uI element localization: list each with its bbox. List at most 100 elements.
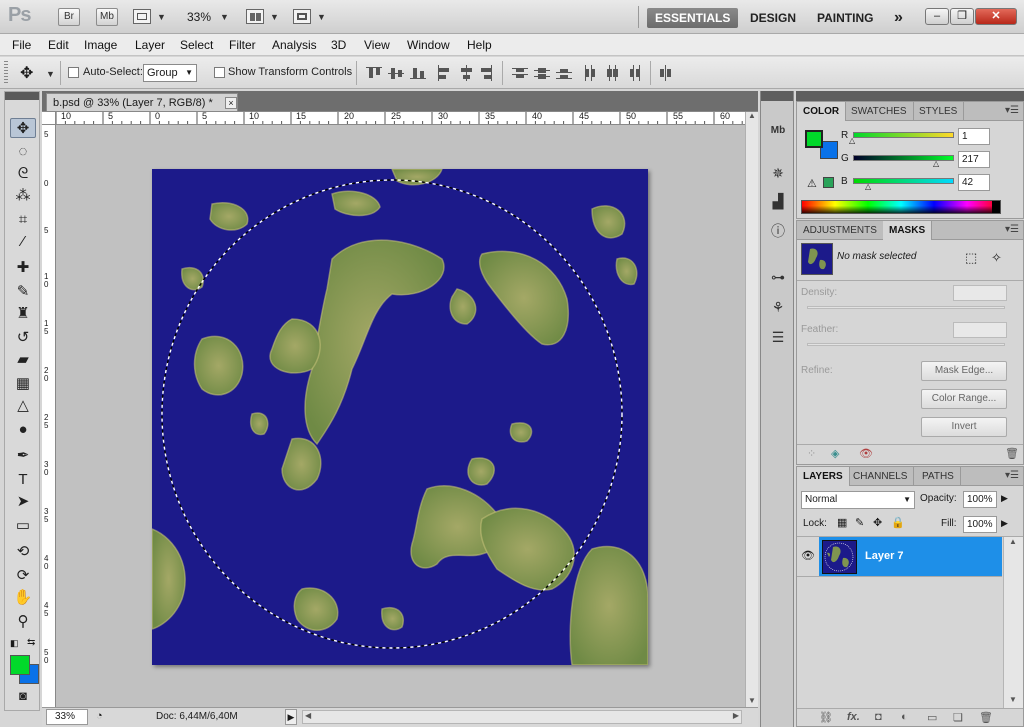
swap-colors-icon[interactable]: ⇆ [27,637,35,648]
hand-tool-icon[interactable]: ✋ [10,588,36,608]
tab-masks[interactable]: MASKS [883,221,933,240]
more-workspaces-icon[interactable]: » [886,8,911,28]
document-image[interactable] [152,169,648,665]
chevron-down-icon[interactable]: ▼ [317,12,326,22]
dock-grip[interactable] [761,91,793,101]
scroll-up-icon[interactable]: ▲ [748,111,756,120]
color-range-button[interactable]: Color Range... [921,389,1007,409]
status-menu-arrow-icon[interactable]: ▶ [285,709,297,725]
view-extras-button[interactable] [133,9,151,24]
tool-presets-panel-icon[interactable]: ⊶ [767,267,789,287]
foreground-color-chip[interactable] [805,130,823,148]
blur-tool-icon[interactable]: △ [10,396,36,416]
menu-3d[interactable]: 3D [331,38,346,52]
align-horizontal-centers-icon[interactable] [458,65,474,81]
tab-paths[interactable]: PATHS [916,467,961,486]
delete-layer-icon[interactable]: 🗑 [979,711,993,724]
new-group-icon[interactable]: ▭ [927,711,937,724]
3d-rotate-tool-icon[interactable]: ⟲ [10,542,36,562]
menu-filter[interactable]: Filter [229,38,256,52]
chevron-down-icon[interactable]: ▼ [220,12,229,22]
workspace-essentials[interactable]: ESSENTIALS [647,8,739,28]
blend-mode-select[interactable]: Normal ▼ [801,491,915,509]
tab-swatches[interactable]: SWATCHES [845,102,914,121]
new-layer-icon[interactable]: ❏ [953,711,963,724]
pixel-mask-icon[interactable]: ⬚ [965,250,977,266]
vertical-scrollbar[interactable]: ▲ ▼ [745,111,758,708]
distribute-left-edges-icon[interactable] [582,65,598,81]
mini-bridge-panel-icon[interactable]: Mb [767,121,789,141]
scroll-right-icon[interactable]: ▶ [733,711,739,720]
menu-help[interactable]: Help [467,38,492,52]
distribute-bottom-edges-icon[interactable] [556,65,572,81]
distribute-right-edges-icon[interactable] [626,65,642,81]
menu-view[interactable]: View [364,38,390,52]
load-selection-icon[interactable]: ⁘ [807,447,816,460]
eyedropper-tool-icon[interactable]: ⁄ [10,232,36,252]
align-right-edges-icon[interactable] [478,65,494,81]
crop-tool-icon[interactable]: ⌗ [10,210,36,230]
panel-menu-icon[interactable]: ▾☰ [1005,224,1019,235]
actions-panel-icon[interactable]: ☰ [767,327,789,347]
screen-mode-button[interactable] [293,9,311,24]
mini-bridge-button[interactable]: Mb [96,8,118,26]
clone-source-panel-icon[interactable]: ⚘ [767,297,789,317]
show-transform-controls-checkbox[interactable] [214,67,225,78]
tab-layers[interactable]: LAYERS [797,467,850,486]
3d-orbit-tool-icon[interactable]: ⟳ [10,566,36,586]
path-selection-tool-icon[interactable]: ➤ [10,492,36,512]
menu-file[interactable]: File [12,38,31,52]
auto-select-dropdown[interactable]: Group ▼ [143,64,197,82]
canvas-viewport[interactable]: 10 5 0 5 10 15 20 25 30 35 40 45 50 55 6… [42,111,758,708]
delete-mask-icon[interactable]: 🗑 [1005,447,1019,460]
slider-handle-icon[interactable]: △ [849,136,855,145]
options-grip[interactable] [4,61,8,85]
slider-handle-icon[interactable]: △ [865,182,871,191]
panel-menu-icon[interactable]: ▾☰ [1005,470,1019,481]
panel-menu-icon[interactable]: ▾☰ [1005,105,1019,116]
gradient-tool-icon[interactable]: ▦ [10,374,36,394]
visibility-eye-icon[interactable]: 👁 [801,549,815,562]
link-layers-icon[interactable]: ⛓ [819,711,833,724]
layers-scrollbar[interactable]: ▲ ▼ [1003,537,1023,709]
ruler-origin[interactable] [42,112,56,125]
gamut-color-chip[interactable] [823,177,834,188]
disable-mask-icon[interactable]: 👁 [859,447,873,460]
align-vertical-centers-icon[interactable] [388,65,404,81]
menu-image[interactable]: Image [84,38,117,52]
spot-healing-brush-tool-icon[interactable]: ✚ [10,258,36,278]
dodge-tool-icon[interactable]: ● [10,420,36,440]
scroll-down-icon[interactable]: ▼ [748,696,756,705]
maximize-button[interactable]: ❐ [950,8,974,25]
green-value-field[interactable]: 217 [958,151,990,168]
lock-all-icon[interactable]: 🔒 [891,516,905,529]
3d-panel-icon[interactable]: ✵ [767,163,789,183]
fill-field[interactable]: 100% [963,516,997,533]
lock-position-icon[interactable]: ✥ [873,516,882,529]
menu-select[interactable]: Select [180,38,213,52]
lasso-tool-icon[interactable]: ᘓ [10,164,36,184]
move-tool-icon[interactable]: ✥ [10,118,36,138]
document-tab[interactable]: b.psd @ 33% (Layer 7, RGB/8) * × [46,93,238,112]
tab-color[interactable]: COLOR [797,102,847,121]
quick-mask-icon[interactable]: ◙ [10,686,36,706]
info-panel-icon[interactable]: ⓘ [767,221,789,241]
auto-align-layers-icon[interactable] [658,65,674,81]
tab-adjustments[interactable]: ADJUSTMENTS [797,221,884,240]
vector-mask-icon[interactable]: ✧ [991,250,1002,266]
align-top-edges-icon[interactable] [366,65,382,81]
adjustment-layer-icon[interactable]: ◐ [901,711,908,723]
tab-styles[interactable]: STYLES [913,102,965,121]
horizontal-scrollbar[interactable]: ◀ ▶ [302,710,742,724]
panels-grip[interactable] [796,91,1024,101]
opacity-field[interactable]: 100% [963,491,997,508]
fill-slider-arrow-icon[interactable]: ▶ [1001,518,1008,529]
menu-window[interactable]: Window [407,38,450,52]
default-colors-icon[interactable]: ◧ [10,638,19,649]
spectrum-black-chip[interactable] [992,201,1000,213]
workspace-design[interactable]: DESIGN [742,8,804,28]
distribute-top-edges-icon[interactable] [512,65,528,81]
add-mask-icon[interactable]: ◘ [875,711,882,723]
brush-tool-icon[interactable]: ✎ [10,282,36,302]
bridge-button[interactable]: Br [58,8,80,26]
